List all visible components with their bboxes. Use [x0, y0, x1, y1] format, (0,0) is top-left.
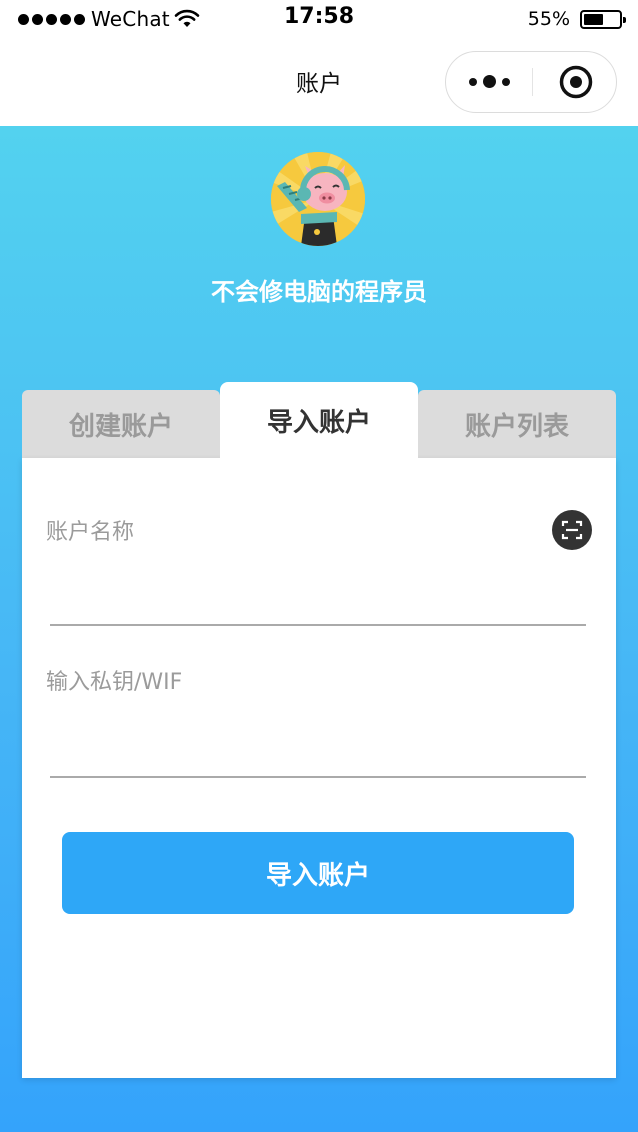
pig-avatar-icon	[271, 152, 365, 246]
private-key-underline	[50, 776, 586, 778]
account-name-label: 账户名称	[46, 520, 135, 545]
more-dots-icon[interactable]	[446, 52, 532, 111]
battery-level	[584, 13, 603, 25]
private-key-input[interactable]	[50, 728, 586, 778]
account-name-input[interactable]	[50, 576, 586, 626]
target-close-icon[interactable]	[558, 64, 594, 100]
status-bar: WeChat 17:58 55%	[0, 0, 638, 38]
capsule-divider	[532, 68, 533, 96]
nav-bar: 账户	[0, 38, 638, 126]
battery-icon	[580, 9, 626, 29]
tab-create-account[interactable]: 创建账户	[22, 390, 220, 458]
avatar[interactable]	[271, 152, 365, 246]
mini-program-capsule	[445, 51, 617, 113]
screen: WeChat 17:58 55% 账户 不会修电脑的程序员 创建账户 导入账户 …	[0, 0, 638, 1132]
main-content: 不会修电脑的程序员 创建账户 导入账户 账户列表 账户名称 输入私钥/WIF 导…	[0, 126, 638, 1132]
private-key-label: 输入私钥/WIF	[46, 670, 183, 695]
tab-account-list[interactable]: 账户列表	[418, 390, 616, 458]
scan-icon[interactable]	[552, 510, 592, 550]
account-name-underline	[50, 624, 586, 626]
tab-import-account[interactable]: 导入账户	[220, 382, 418, 458]
import-account-button[interactable]: 导入账户	[62, 832, 574, 914]
username: 不会修电脑的程序员	[211, 278, 427, 306]
status-right: 55%	[527, 6, 626, 32]
import-form-panel: 账户名称 输入私钥/WIF 导入账户	[22, 458, 616, 1078]
battery-percent: 55%	[527, 8, 570, 30]
